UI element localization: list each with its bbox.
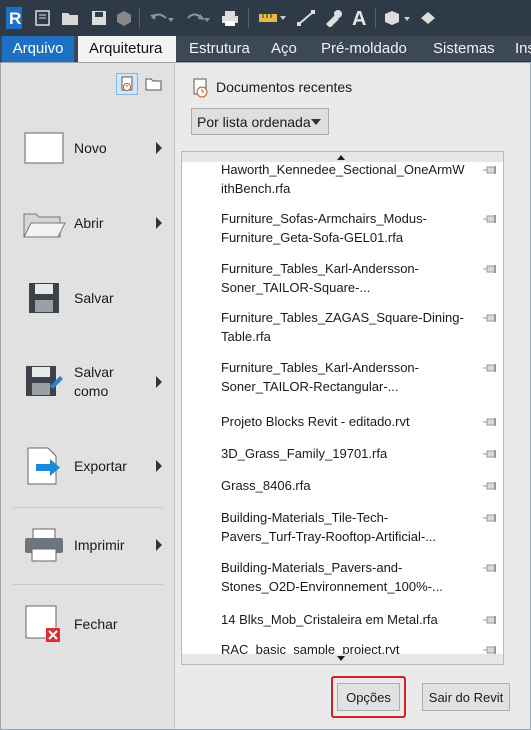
- menu-save-as-label: Salvar como: [74, 363, 154, 401]
- folder-open-icon[interactable]: [56, 0, 86, 36]
- menu-save-as-line1: Salvar: [74, 364, 114, 380]
- menu-save[interactable]: Salvar: [5, 263, 170, 333]
- menu-export-label: Exportar: [74, 457, 127, 474]
- open-documents-icon: [145, 78, 162, 91]
- pin-icon[interactable]: [483, 264, 499, 274]
- ribbon-tabs: Arquivo Arquitetura Estrutura Aço Pré-mo…: [0, 36, 531, 62]
- menu-print-label: Imprimir: [74, 536, 125, 553]
- menu-export[interactable]: Exportar: [5, 431, 170, 501]
- pin-icon[interactable]: [483, 313, 499, 323]
- pin-icon[interactable]: [483, 214, 499, 224]
- open-icon[interactable]: [30, 0, 56, 36]
- redo-icon[interactable]: [179, 0, 215, 36]
- recent-document-item[interactable]: 3D_Grass_Family_19701.rfa: [221, 444, 471, 463]
- sync-icon[interactable]: [112, 0, 136, 36]
- pin-icon[interactable]: [483, 363, 499, 373]
- recent-document-item[interactable]: Building-Materials_Pavers-and- Stones_O2D…: [221, 558, 471, 596]
- recent-documents-list[interactable]: Haworth_Kennedee_Sectional_OneArmW ithBen…: [181, 151, 504, 665]
- toolbar-separator: [139, 8, 140, 28]
- menu-open-label: Abrir: [74, 214, 104, 231]
- menu-open[interactable]: Abrir: [5, 188, 170, 258]
- quick-access-toolbar: R A: [0, 0, 531, 36]
- menu-new[interactable]: Novo: [5, 113, 170, 183]
- recent-document-item[interactable]: Furniture_Sofas-Armchairs_Modus- Furnitur…: [221, 209, 471, 247]
- tag-icon[interactable]: [320, 0, 346, 36]
- printer-icon: [19, 520, 69, 570]
- scroll-down-icon: [337, 656, 345, 661]
- menu-close[interactable]: Fechar: [5, 589, 170, 659]
- chevron-right-icon: [156, 217, 162, 229]
- save-as-icon: [19, 357, 69, 407]
- chevron-down-icon: [311, 119, 321, 125]
- tab-estrutura[interactable]: Estrutura: [189, 36, 250, 62]
- pin-icon[interactable]: [483, 615, 499, 625]
- menu-save-as-line2: como: [74, 383, 109, 399]
- 3d-view-icon[interactable]: [379, 0, 413, 36]
- text-icon[interactable]: A: [346, 0, 372, 36]
- menu-new-label: Novo: [74, 139, 107, 156]
- toolbar-separator: [248, 8, 249, 28]
- recent-document-item[interactable]: Furniture_Tables_ZAGAS_Square-Dining- Tab…: [221, 308, 471, 346]
- tab-sistemas[interactable]: Sistemas: [433, 36, 495, 62]
- open-documents-view-button[interactable]: [143, 73, 165, 95]
- menu-save-label: Salvar: [74, 289, 114, 306]
- recent-document-item[interactable]: Furniture_Tables_Karl-Andersson- Soner_TA…: [221, 259, 471, 297]
- pin-icon[interactable]: [483, 449, 499, 459]
- chevron-right-icon: [156, 460, 162, 472]
- revit-logo-icon[interactable]: R: [0, 0, 30, 36]
- pin-icon[interactable]: [483, 165, 499, 175]
- tab-arquitetura[interactable]: Arquitetura: [78, 36, 176, 62]
- pin-icon[interactable]: [483, 481, 499, 491]
- menu-close-label: Fechar: [74, 615, 118, 632]
- print-icon[interactable]: [215, 0, 245, 36]
- toolbar-separator: [375, 8, 376, 28]
- menu-print[interactable]: Imprimir: [5, 510, 170, 580]
- tab-arquivo[interactable]: Arquivo: [2, 36, 74, 62]
- svg-text:R: R: [9, 9, 21, 28]
- tab-inserir[interactable]: Ins: [515, 36, 531, 62]
- chevron-right-icon: [156, 376, 162, 388]
- chevron-right-icon: [156, 142, 162, 154]
- svg-text:A: A: [352, 8, 366, 28]
- recent-document-item[interactable]: Building-Materials_Tile-Tech- Pavers_Turf…: [221, 508, 471, 546]
- measure-icon[interactable]: [252, 0, 292, 36]
- dimension-icon[interactable]: [292, 0, 320, 36]
- pin-icon[interactable]: [483, 513, 499, 523]
- open-folder-icon: [19, 198, 69, 248]
- order-dropdown[interactable]: Por lista ordenada: [191, 108, 329, 135]
- tab-aco[interactable]: Aço: [271, 36, 297, 62]
- scroll-down-button[interactable]: [182, 654, 503, 664]
- pin-icon[interactable]: [483, 417, 499, 427]
- save-icon[interactable]: [86, 0, 112, 36]
- export-icon: [19, 441, 69, 491]
- undo-icon[interactable]: [143, 0, 179, 36]
- order-dropdown-value: Por lista ordenada: [197, 113, 311, 130]
- exit-revit-button[interactable]: Sair do Revit: [422, 683, 510, 711]
- highlight-frame: [331, 676, 406, 718]
- recent-document-item[interactable]: Furniture_Tables_Karl-Andersson- Soner_TA…: [221, 358, 471, 396]
- recent-documents-icon: [121, 76, 133, 91]
- pin-icon[interactable]: [483, 563, 499, 573]
- recent-document-item[interactable]: Grass_8406.rfa: [221, 476, 471, 495]
- menu-save-as[interactable]: Salvar como: [5, 347, 170, 417]
- chevron-right-icon: [156, 539, 162, 551]
- recent-documents-title: Documentos recentes: [216, 79, 353, 95]
- menu-separator: [13, 584, 163, 585]
- tab-pre-moldado[interactable]: Pré-moldado: [321, 36, 407, 62]
- recent-documents-view-button[interactable]: [116, 73, 138, 95]
- recent-document-item[interactable]: 14 Blks_Mob_Cristaleira em Metal.rfa: [221, 610, 471, 629]
- menu-separator: [13, 507, 163, 508]
- recent-document-item[interactable]: Haworth_Kennedee_Sectional_OneArmW ithBen…: [221, 160, 471, 198]
- new-document-icon: [19, 123, 69, 173]
- recent-document-item[interactable]: Projeto Blocks Revit - editado.rvt: [221, 412, 471, 431]
- recent-documents-icon: [192, 78, 210, 101]
- close-document-icon: [19, 599, 69, 649]
- thin-lines-icon[interactable]: [413, 0, 443, 36]
- save-icon: [19, 273, 69, 323]
